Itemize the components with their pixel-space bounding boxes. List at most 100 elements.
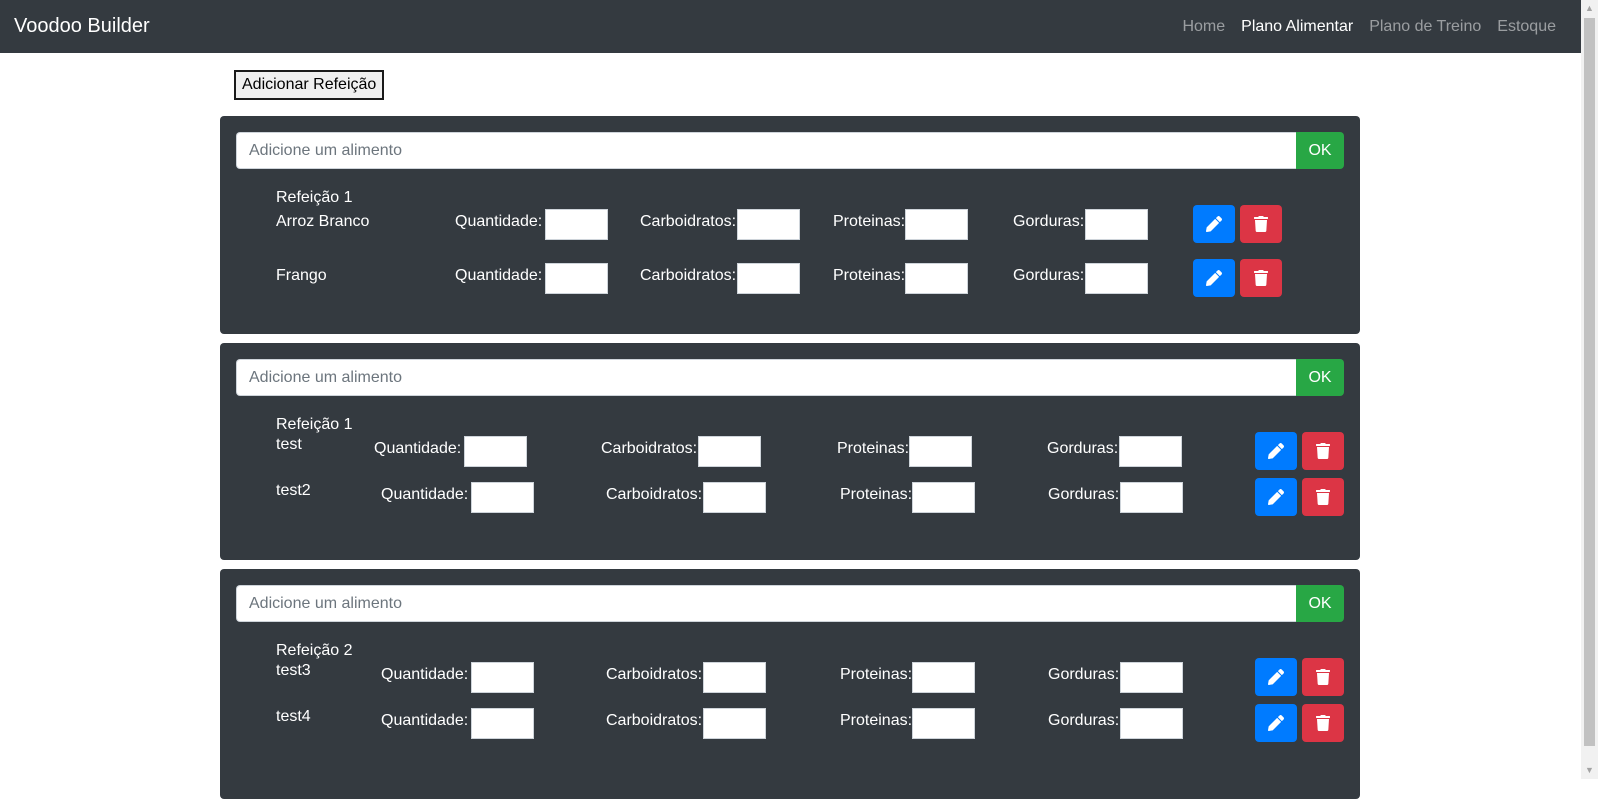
scroll-down-arrow-icon[interactable]: ▼ [1581, 762, 1598, 779]
pencil-icon [1268, 443, 1284, 459]
delete-button[interactable] [1302, 432, 1344, 470]
proteinas-label: Proteinas: [833, 267, 906, 284]
delete-button[interactable] [1302, 658, 1344, 696]
carboidratos-field[interactable] [703, 482, 766, 513]
food-row: Arroz Branco Quantidade: Carboidratos: Prot… [220, 205, 1360, 249]
gorduras-field[interactable] [1085, 263, 1148, 294]
edit-button[interactable] [1255, 658, 1297, 696]
navbar: Voodoo Builder Home Plano Alimentar Plan… [0, 0, 1581, 53]
edit-button[interactable] [1255, 432, 1297, 470]
gorduras-field[interactable] [1120, 482, 1183, 513]
trash-icon [1253, 270, 1269, 286]
add-food-input[interactable] [236, 132, 1296, 169]
quantidade-field[interactable] [545, 263, 608, 294]
trash-icon [1315, 443, 1331, 459]
food-name: test2 [276, 482, 311, 499]
food-row: test4 Quantidade: Carboidratos: Proteinas: G… [220, 704, 1360, 748]
pencil-icon [1268, 715, 1284, 731]
edit-button[interactable] [1193, 259, 1235, 297]
gorduras-label: Gorduras: [1013, 213, 1085, 230]
scroll-up-arrow-icon[interactable]: ▲ [1581, 0, 1598, 17]
delete-button[interactable] [1240, 259, 1282, 297]
meal-title: Refeição 2 [276, 642, 353, 659]
scrollbar-thumb[interactable] [1584, 18, 1595, 746]
navbar-brand[interactable]: Voodoo Builder [14, 15, 150, 38]
nav-link-estoque[interactable]: Estoque [1497, 18, 1556, 36]
trash-icon [1253, 216, 1269, 232]
food-row: test2 Quantidade: Carboidratos: Proteinas: G… [220, 478, 1360, 522]
ok-button[interactable]: OK [1296, 359, 1344, 396]
edit-button[interactable] [1255, 478, 1297, 516]
carboidratos-label: Carboidratos: [640, 267, 737, 284]
meal-card: OK Refeição 1 Arroz Branco Quantidade: Carbo… [220, 116, 1360, 334]
add-food-group: OK [236, 132, 1344, 169]
proteinas-field[interactable] [912, 662, 975, 693]
gorduras-label: Gorduras: [1048, 712, 1120, 729]
proteinas-label: Proteinas: [840, 712, 913, 729]
carboidratos-field[interactable] [703, 662, 766, 693]
quantidade-field[interactable] [464, 436, 527, 467]
add-food-group: OK [236, 585, 1344, 622]
proteinas-field[interactable] [909, 436, 972, 467]
add-meal-button[interactable]: Adicionar Refeição [234, 70, 385, 100]
pencil-icon [1268, 489, 1284, 505]
quantidade-label: Quantidade: [455, 213, 543, 230]
proteinas-field[interactable] [912, 708, 975, 739]
nav-link-home[interactable]: Home [1182, 18, 1225, 36]
quantidade-label: Quantidade: [381, 666, 469, 683]
proteinas-label: Proteinas: [840, 666, 913, 683]
quantidade-field[interactable] [545, 209, 608, 240]
gorduras-field[interactable] [1120, 708, 1183, 739]
trash-icon [1315, 489, 1331, 505]
proteinas-field[interactable] [912, 482, 975, 513]
add-food-group: OK [236, 359, 1344, 396]
gorduras-field[interactable] [1119, 436, 1182, 467]
delete-button[interactable] [1240, 205, 1282, 243]
quantidade-label: Quantidade: [455, 267, 543, 284]
trash-icon [1315, 715, 1331, 731]
gorduras-field[interactable] [1120, 662, 1183, 693]
gorduras-label: Gorduras: [1013, 267, 1085, 284]
gorduras-field[interactable] [1085, 209, 1148, 240]
ok-button[interactable]: OK [1296, 132, 1344, 169]
food-row: test3 Quantidade: Carboidratos: Proteinas: G… [220, 658, 1360, 702]
quantidade-field[interactable] [471, 482, 534, 513]
delete-button[interactable] [1302, 704, 1344, 742]
food-name: test3 [276, 662, 311, 679]
carboidratos-field[interactable] [703, 708, 766, 739]
nav-link-plano-de-treino[interactable]: Plano de Treino [1369, 18, 1481, 36]
delete-button[interactable] [1302, 478, 1344, 516]
quantidade-label: Quantidade: [374, 440, 462, 457]
quantidade-field[interactable] [471, 662, 534, 693]
carboidratos-label: Carboidratos: [606, 486, 703, 503]
food-name: Arroz Branco [276, 213, 370, 230]
pencil-icon [1206, 270, 1222, 286]
carboidratos-field[interactable] [698, 436, 761, 467]
edit-button[interactable] [1193, 205, 1235, 243]
nav-link-plano-alimentar[interactable]: Plano Alimentar [1241, 18, 1353, 36]
carboidratos-label: Carboidratos: [606, 666, 703, 683]
food-row: Frango Quantidade: Carboidratos: Proteinas:… [220, 259, 1360, 303]
meal-card: OK Refeição 2 test3 Quantidade: Carboidratos… [220, 569, 1360, 799]
pencil-icon [1206, 216, 1222, 232]
quantidade-field[interactable] [471, 708, 534, 739]
quantidade-label: Quantidade: [381, 486, 469, 503]
proteinas-field[interactable] [905, 263, 968, 294]
quantidade-label: Quantidade: [381, 712, 469, 729]
add-food-input[interactable] [236, 585, 1296, 622]
carboidratos-label: Carboidratos: [601, 440, 698, 457]
proteinas-field[interactable] [905, 209, 968, 240]
carboidratos-label: Carboidratos: [640, 213, 737, 230]
vertical-scrollbar[interactable]: ▲ ▼ [1581, 0, 1598, 779]
food-name: Frango [276, 267, 327, 284]
carboidratos-field[interactable] [737, 209, 800, 240]
meal-card: OK Refeição 1 test Quantidade: Carboidratos:… [220, 343, 1360, 560]
edit-button[interactable] [1255, 704, 1297, 742]
carboidratos-field[interactable] [737, 263, 800, 294]
add-food-input[interactable] [236, 359, 1296, 396]
ok-button[interactable]: OK [1296, 585, 1344, 622]
food-name: test4 [276, 708, 311, 725]
carboidratos-label: Carboidratos: [606, 712, 703, 729]
food-name: test [276, 436, 302, 453]
food-row: test Quantidade: Carboidratos: Proteinas: Go… [220, 432, 1360, 476]
